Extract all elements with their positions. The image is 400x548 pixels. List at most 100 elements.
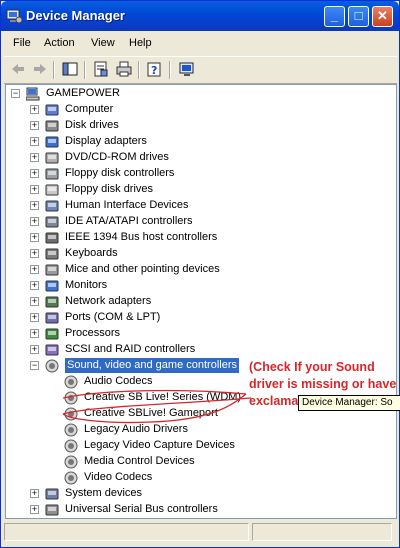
device-label: Media Control Devices [84, 455, 195, 467]
expand-toggle[interactable]: + [30, 121, 39, 130]
minimize-button[interactable]: _ [324, 6, 345, 27]
tree-category[interactable]: + Floppy disk controllers [6, 166, 386, 182]
close-button[interactable]: ✕ [372, 6, 393, 27]
expand-toggle[interactable]: + [30, 153, 39, 162]
window-title: Device Manager [26, 8, 125, 23]
tree-category[interactable]: + Display adapters [6, 134, 386, 150]
maximize-button[interactable]: □ [348, 6, 369, 27]
tree-root-label: GAMEPOWER [46, 87, 120, 99]
back-icon[interactable] [9, 60, 27, 78]
category-label: Network adapters [65, 295, 152, 307]
forward-icon[interactable] [31, 60, 49, 78]
menu-bar: File Action View Help [4, 32, 397, 54]
tree-category[interactable]: + System devices [6, 486, 386, 502]
device-category-icon [45, 168, 59, 180]
expand-toggle[interactable]: + [30, 297, 39, 306]
tree-category[interactable]: + Ports (COM & LPT) [6, 310, 386, 326]
tree-root[interactable]: − GAMEPOWER [6, 86, 386, 102]
tree-category[interactable]: + Computer [6, 102, 386, 118]
toolbar-separator [84, 61, 86, 79]
expand-toggle[interactable]: + [30, 201, 39, 210]
expand-toggle[interactable]: + [30, 233, 39, 242]
tree-category[interactable]: + SCSI and RAID controllers [6, 342, 386, 358]
expand-toggle[interactable]: + [30, 105, 39, 114]
category-label: IDE ATA/ATAPI controllers [65, 215, 193, 227]
category-label: Processors [65, 327, 121, 339]
expand-toggle[interactable]: + [30, 489, 39, 498]
toolbar-separator [169, 61, 171, 79]
tooltip: Device Manager: So [298, 395, 400, 411]
tree-category[interactable]: + Mice and other pointing devices [6, 262, 386, 278]
tree-category[interactable]: + IDE ATA/ATAPI controllers [6, 214, 386, 230]
device-category-icon [45, 312, 59, 324]
collapse-toggle[interactable]: − [11, 89, 20, 98]
device-label: Video Codecs [84, 471, 153, 483]
device-category-icon [45, 216, 59, 228]
help-icon[interactable]: ? [146, 60, 164, 78]
tree-category[interactable]: + Floppy disk drives [6, 182, 386, 198]
expand-toggle[interactable]: + [30, 169, 39, 178]
tree-device[interactable]: Legacy Video Capture Devices [6, 438, 386, 454]
print-icon[interactable] [115, 60, 133, 78]
toolbar-separator [138, 61, 140, 79]
status-panel [4, 523, 249, 541]
menu-view[interactable]: View [91, 37, 115, 49]
speaker-icon [64, 455, 78, 469]
expand-toggle[interactable]: + [30, 185, 39, 194]
device-category-icon [45, 232, 59, 244]
collapse-toggle[interactable]: − [30, 361, 39, 370]
speaker-icon [64, 439, 78, 453]
category-label: Computer [65, 103, 114, 115]
expand-toggle[interactable]: + [30, 249, 39, 258]
tree-device[interactable]: Media Control Devices [6, 454, 386, 470]
tree-category[interactable]: + Processors [6, 326, 386, 342]
expand-toggle[interactable]: + [30, 281, 39, 290]
expand-toggle[interactable]: + [30, 329, 39, 338]
tree-category[interactable]: + Keyboards [6, 246, 386, 262]
menu-file[interactable]: File [13, 37, 31, 49]
device-category-icon [45, 136, 59, 148]
speaker-icon [45, 359, 59, 373]
device-category-icon [45, 280, 59, 292]
toolbar: ? [4, 56, 397, 84]
tree-category[interactable]: + Disk drives [6, 118, 386, 134]
device-tree[interactable]: − GAMEPOWER + Computer + Disk drives + Displa… [5, 84, 397, 519]
expand-toggle[interactable]: + [30, 505, 39, 514]
expand-toggle[interactable]: + [30, 265, 39, 274]
menu-action[interactable]: Action [44, 37, 75, 49]
status-bar [4, 521, 397, 543]
expand-toggle[interactable]: + [30, 313, 39, 322]
expand-toggle[interactable]: + [30, 137, 39, 146]
tree-category[interactable]: + Human Interface Devices [6, 198, 386, 214]
toolbar-separator [53, 61, 55, 79]
tree-category[interactable]: + DVD/CD-ROM drives [6, 150, 386, 166]
expand-toggle[interactable]: + [30, 345, 39, 354]
device-category-icon [45, 296, 59, 308]
expand-toggle[interactable]: + [30, 217, 39, 226]
device-category-icon [45, 344, 59, 356]
category-label: Ports (COM & LPT) [65, 311, 161, 323]
device-category-icon [45, 248, 59, 260]
menu-help[interactable]: Help [129, 37, 152, 49]
category-label: Sound, video and game controllers [65, 358, 239, 373]
device-category-icon [45, 120, 59, 132]
tree-category[interactable]: + Universal Serial Bus controllers [6, 502, 386, 518]
title-bar[interactable]: Device Manager _ □ ✕ [1, 1, 399, 31]
device-category-icon [45, 504, 59, 516]
device-category-icon [45, 488, 59, 500]
status-panel [252, 523, 392, 541]
device-label: Legacy Video Capture Devices [84, 439, 235, 451]
properties-icon[interactable] [92, 60, 110, 78]
show-hide-console-tree-icon[interactable] [61, 60, 79, 78]
tree-category[interactable]: + Monitors [6, 278, 386, 294]
device-manager-window: Device Manager _ □ ✕ File Action View He… [0, 0, 400, 548]
scan-hardware-icon[interactable] [178, 60, 196, 78]
category-label: Keyboards [65, 247, 118, 259]
tree-category[interactable]: + IEEE 1394 Bus host controllers [6, 230, 386, 246]
category-label: Universal Serial Bus controllers [65, 503, 218, 515]
tree-category[interactable]: + Network adapters [6, 294, 386, 310]
category-label: Display adapters [65, 135, 147, 147]
device-category-icon [45, 328, 59, 340]
annotation-circles [62, 389, 252, 424]
tree-device[interactable]: Video Codecs [6, 470, 386, 486]
